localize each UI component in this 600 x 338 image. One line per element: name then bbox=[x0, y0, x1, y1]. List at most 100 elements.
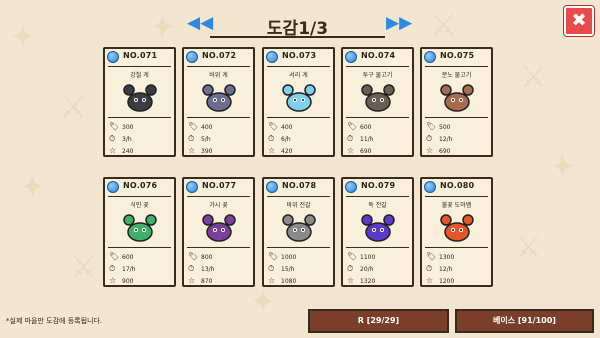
creature-icon bbox=[202, 84, 236, 112]
stat-price: 🏷 500 bbox=[426, 122, 451, 131]
card-header: NO.072 bbox=[186, 51, 251, 65]
clock-icon: ⏱ bbox=[347, 134, 354, 143]
stat-rate: ⏱ 6/h bbox=[268, 134, 291, 143]
card-number: NO.076 bbox=[123, 181, 158, 190]
card-header: NO.071 bbox=[107, 51, 172, 65]
divider bbox=[425, 196, 488, 197]
clock-icon: ⏱ bbox=[188, 264, 195, 273]
divider bbox=[425, 66, 488, 67]
creature-name: 식인 꽃 bbox=[130, 202, 149, 209]
stat-rate: ⏱ 20/h bbox=[347, 264, 374, 273]
orb-icon bbox=[424, 181, 436, 193]
collection-card[interactable]: NO.074 투구 물고기 🏷 600 ⏱ 11/h ☆ 690 bbox=[341, 47, 414, 157]
card-header: NO.078 bbox=[266, 181, 331, 195]
creature-name: 강철 게 bbox=[130, 72, 149, 79]
orb-icon bbox=[107, 181, 119, 193]
stat-score: ☆ 690 bbox=[347, 146, 372, 155]
creature-icon bbox=[202, 214, 236, 242]
divider bbox=[346, 117, 409, 118]
stat-rate: ⏱ 5/h bbox=[188, 134, 211, 143]
stat-price: 🏷 1000 bbox=[268, 252, 297, 261]
divider bbox=[346, 247, 409, 248]
stat-score: ☆ 690 bbox=[426, 146, 451, 155]
stat-rate: ⏱ 13/h bbox=[188, 264, 215, 273]
card-number: NO.072 bbox=[202, 51, 237, 60]
creature-icon bbox=[440, 214, 474, 242]
creature-name: 바위 전갈 bbox=[286, 202, 311, 209]
orb-icon bbox=[186, 51, 198, 63]
card-number: NO.073 bbox=[282, 51, 317, 60]
card-header: NO.077 bbox=[186, 181, 251, 195]
collection-card[interactable]: NO.073 서리 게 🏷 400 ⏱ 6/h ☆ 420 bbox=[262, 47, 335, 157]
title-underline bbox=[210, 36, 385, 38]
divider bbox=[267, 117, 330, 118]
card-header: NO.075 bbox=[424, 51, 489, 65]
collection-card[interactable]: NO.071 강철 게 🏷 300 ⏱ 3/h ☆ 240 bbox=[103, 47, 176, 157]
creature-icon bbox=[361, 84, 395, 112]
collection-card[interactable]: NO.072 바위 게 🏷 400 ⏱ 5/h ☆ 390 bbox=[182, 47, 255, 157]
stat-price: 🏷 400 bbox=[188, 122, 213, 131]
tag-icon: 🏷 bbox=[347, 122, 358, 131]
card-number: NO.074 bbox=[361, 51, 396, 60]
tag-icon: 🏷 bbox=[426, 252, 437, 261]
tag-icon: 🏷 bbox=[347, 252, 358, 261]
divider bbox=[187, 247, 250, 248]
star-icon: ☆ bbox=[188, 146, 196, 155]
creature-name: 투구 물고기 bbox=[362, 72, 393, 79]
tag-icon: 🏷 bbox=[268, 252, 279, 261]
base-button[interactable]: 베이스 [91/100] bbox=[455, 309, 594, 333]
orb-icon bbox=[424, 51, 436, 63]
card-number: NO.078 bbox=[282, 181, 317, 190]
clock-icon: ⏱ bbox=[268, 134, 275, 143]
stat-price: 🏷 1300 bbox=[426, 252, 455, 261]
clock-icon: ⏱ bbox=[188, 134, 195, 143]
star-icon: ☆ bbox=[268, 276, 276, 285]
stat-price: 🏷 300 bbox=[109, 122, 134, 131]
orb-icon bbox=[266, 51, 278, 63]
stat-price: 🏷 1100 bbox=[347, 252, 376, 261]
stat-score: ☆ 870 bbox=[188, 276, 213, 285]
creature-icon bbox=[361, 214, 395, 242]
clock-icon: ⏱ bbox=[426, 134, 433, 143]
card-header: NO.076 bbox=[107, 181, 172, 195]
creature-icon bbox=[282, 214, 316, 242]
page-navigator: ◀◀ 도감1/3 ▶▶ bbox=[185, 10, 412, 39]
stat-rate: ⏱ 3/h bbox=[109, 134, 132, 143]
tag-icon: 🏷 bbox=[188, 252, 199, 261]
divider bbox=[267, 196, 330, 197]
creature-name: 바위 게 bbox=[209, 72, 228, 79]
orb-icon bbox=[266, 181, 278, 193]
star-icon: ☆ bbox=[109, 276, 117, 285]
stat-rate: ⏱ 15/h bbox=[268, 264, 295, 273]
stat-rate: ⏱ 17/h bbox=[109, 264, 136, 273]
divider bbox=[267, 247, 330, 248]
card-header: NO.073 bbox=[266, 51, 331, 65]
r-rank-button[interactable]: R [29/29] bbox=[308, 309, 449, 333]
creature-icon bbox=[282, 84, 316, 112]
clock-icon: ⏱ bbox=[426, 264, 433, 273]
collection-card[interactable]: NO.079 독 전갈 🏷 1100 ⏱ 20/h ☆ 1320 bbox=[341, 177, 414, 287]
card-number: NO.080 bbox=[440, 181, 475, 190]
divider bbox=[267, 66, 330, 67]
stat-score: ☆ 1080 bbox=[268, 276, 297, 285]
tag-icon: 🏷 bbox=[188, 122, 199, 131]
collection-card[interactable]: NO.080 불꽃 도마뱀 🏷 1300 ⏱ 12/h ☆ 1200 bbox=[420, 177, 493, 287]
collection-card[interactable]: NO.075 분노 물고기 🏷 500 ⏱ 12/h ☆ 690 bbox=[420, 47, 493, 157]
close-button[interactable]: ✖ bbox=[564, 6, 594, 36]
clock-icon: ⏱ bbox=[109, 264, 116, 273]
double-right-arrow-icon[interactable]: ▶▶ bbox=[386, 14, 412, 32]
card-number: NO.077 bbox=[202, 181, 237, 190]
divider bbox=[108, 117, 171, 118]
divider bbox=[108, 196, 171, 197]
clock-icon: ⏱ bbox=[347, 264, 354, 273]
stat-price: 🏷 600 bbox=[109, 252, 134, 261]
collection-card[interactable]: NO.076 식인 꽃 🏷 600 ⏱ 17/h ☆ 900 bbox=[103, 177, 176, 287]
stat-score: ☆ 1200 bbox=[426, 276, 455, 285]
creature-name: 가시 꽃 bbox=[209, 202, 228, 209]
divider bbox=[187, 117, 250, 118]
star-icon: ☆ bbox=[188, 276, 196, 285]
orb-icon bbox=[107, 51, 119, 63]
collection-card[interactable]: NO.077 가시 꽃 🏷 800 ⏱ 13/h ☆ 870 bbox=[182, 177, 255, 287]
collection-card[interactable]: NO.078 바위 전갈 🏷 1000 ⏱ 15/h ☆ 1080 bbox=[262, 177, 335, 287]
creature-icon bbox=[123, 84, 157, 112]
